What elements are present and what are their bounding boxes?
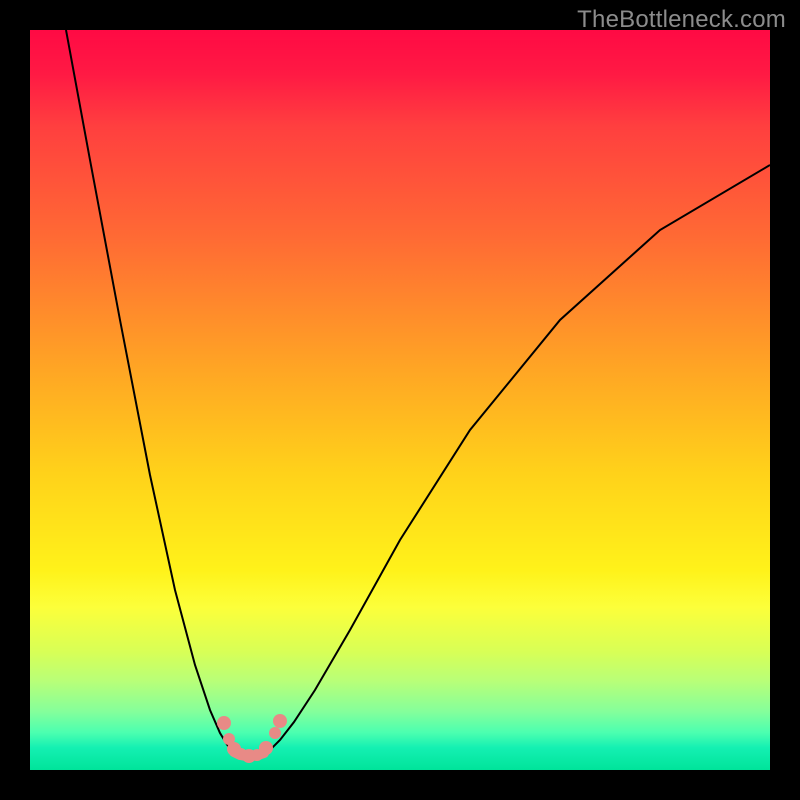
curve-left-branch xyxy=(66,30,240,755)
valley-dot xyxy=(273,714,287,728)
valley-dot xyxy=(269,727,281,739)
valley-dot xyxy=(259,741,273,755)
chart-svg xyxy=(30,30,770,770)
watermark-text: TheBottleneck.com xyxy=(577,6,786,34)
curve-right-branch xyxy=(262,165,770,755)
valley-dot xyxy=(217,716,231,730)
valley-dots xyxy=(217,714,287,763)
chart-plot-area xyxy=(30,30,770,770)
